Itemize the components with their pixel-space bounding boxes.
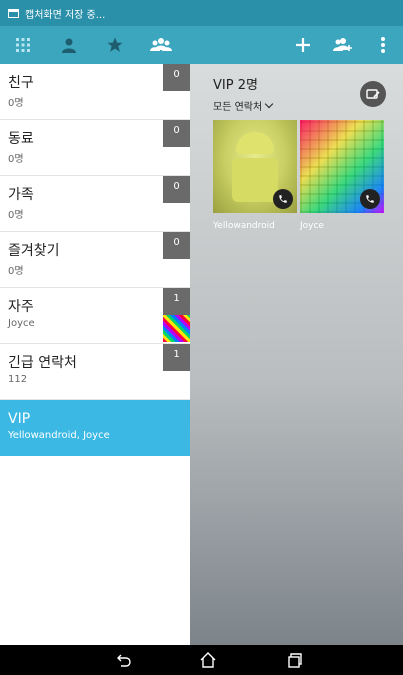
contacts-icon[interactable] [46,26,92,64]
toolbar [0,26,403,64]
group-member-summary: 0명 [8,98,24,109]
group-item-favorites[interactable]: 즐겨찾기 0명 0 [0,232,190,288]
recent-apps-icon[interactable] [274,645,314,675]
add-icon[interactable] [283,26,323,64]
filter-label: 모든 연락처 [213,102,263,113]
member-thumbnail [163,315,190,342]
group-count-badge: 0 [163,232,190,259]
member-name: Yellowandroid [213,221,275,231]
member-name: Joyce [300,221,324,231]
group-member-summary: 0명 [8,154,24,165]
edit-group-button[interactable] [360,81,386,107]
group-count-badge: 1 [163,288,190,315]
status-notification-text: 캡처화면 저장 중... [25,9,106,21]
navigation-bar [0,645,403,675]
dialpad-icon[interactable] [0,26,46,64]
status-bar: 캡처화면 저장 중... [0,0,403,26]
group-name: VIP [8,411,31,427]
group-item-coworkers[interactable]: 동료 0명 0 [0,120,190,176]
group-count-badge: 0 [163,64,190,91]
group-count-badge: 0 [163,120,190,147]
phone-icon [279,195,287,203]
add-group-icon[interactable] [323,26,363,64]
group-detail-title: VIP 2명 [213,78,258,93]
group-count-badge: 0 [163,176,190,203]
group-detail: VIP 2명 모든 연락처 Yellowandroid Joyce [190,64,403,645]
group-item-vip[interactable]: VIP Yellowandroid, Joyce [0,400,190,456]
group-item-frequent[interactable]: 자주 Joyce 1 [0,288,190,344]
group-item-family[interactable]: 가족 0명 0 [0,176,190,232]
group-item-friends[interactable]: 친구 0명 0 [0,64,190,120]
edit-group-icon [366,89,380,99]
contact-filter-dropdown[interactable]: 모든 연락처 [213,98,274,113]
group-member-summary: 112 [8,374,28,385]
overflow-menu-icon[interactable] [363,26,403,64]
member-card-yellowandroid[interactable] [213,120,297,213]
group-member-summary: 0명 [8,266,24,277]
group-item-emergency[interactable]: 긴급 연락처 112 1 [0,344,190,400]
group-count-badge: 1 [163,344,190,371]
back-icon[interactable] [104,645,144,675]
chevron-down-icon [264,99,274,108]
phone-icon [366,195,374,203]
member-card-joyce[interactable] [300,120,384,213]
group-member-summary: Yellowandroid, Joyce [8,430,110,441]
group-member-summary: 0명 [8,210,24,221]
call-button[interactable] [360,189,380,209]
screenshot-icon [8,8,19,18]
call-button[interactable] [273,189,293,209]
groups-icon[interactable] [138,26,184,64]
home-icon[interactable] [188,645,228,675]
favorites-star-icon[interactable] [92,26,138,64]
group-list: 친구 0명 0 동료 0명 0 가족 0명 0 즐겨찾기 0명 0 자주 Joy… [0,64,190,645]
